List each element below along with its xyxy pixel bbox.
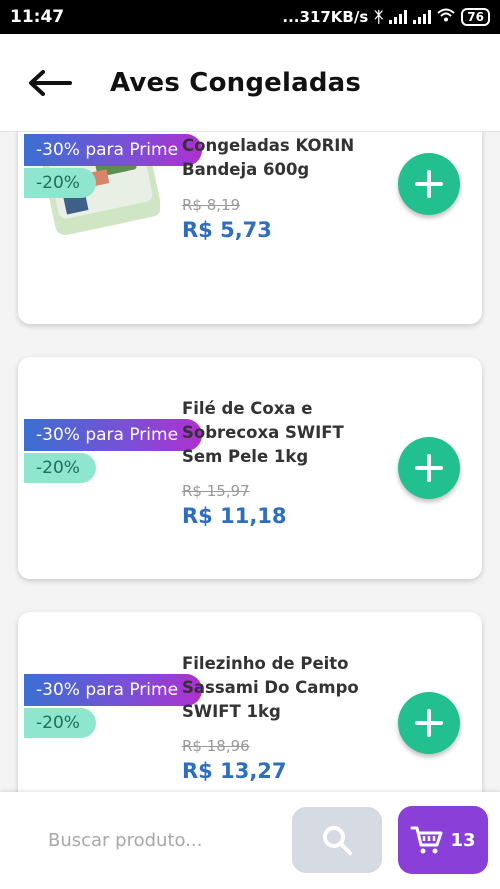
plus-icon bbox=[415, 454, 443, 482]
discount-badge: -20% bbox=[24, 453, 96, 483]
product-card[interactable]: -30% para Prime -20% Filezinho de Peito … bbox=[18, 612, 482, 792]
prime-promo-badge: -30% para Prime bbox=[24, 674, 202, 706]
arrow-left-icon bbox=[29, 69, 72, 96]
add-to-cart-button[interactable] bbox=[398, 437, 460, 499]
product-card[interactable]: -30% para Prime -20% Filé de Coxa e Sobr… bbox=[18, 357, 482, 579]
product-name: Filezinho de Peito Sassami Do Campo SWIF… bbox=[182, 654, 359, 721]
product-name: Filé de Coxa e Sobrecoxa SWIFT Sem Pele … bbox=[182, 399, 344, 466]
signal-icon-2 bbox=[413, 10, 432, 24]
add-to-cart-button[interactable] bbox=[398, 153, 460, 215]
status-icons: ...317KB/s ᛡ 76 bbox=[282, 8, 490, 26]
search-button[interactable] bbox=[292, 807, 382, 873]
network-speed: ...317KB/s bbox=[282, 8, 369, 26]
status-time: 11:47 bbox=[10, 7, 65, 27]
cart-count: 13 bbox=[450, 829, 476, 851]
product-name: Coxas de Frango Congeladas KORIN Bandeja… bbox=[182, 136, 355, 179]
current-price: R$ 11,18 bbox=[182, 504, 287, 528]
prime-promo-badge: -30% para Prime bbox=[24, 134, 202, 166]
plus-icon bbox=[415, 709, 443, 737]
cart-button[interactable]: 13 bbox=[398, 806, 488, 874]
current-price: R$ 5,73 bbox=[182, 218, 272, 242]
back-button[interactable] bbox=[28, 63, 88, 103]
old-price: R$ 18,96 bbox=[182, 737, 250, 755]
product-card[interactable]: -30% para Prime -20% Coxas de Frango Con… bbox=[18, 132, 482, 324]
cart-icon bbox=[410, 826, 443, 854]
plus-icon bbox=[415, 170, 443, 198]
wifi-icon bbox=[437, 8, 455, 26]
bluetooth-icon: ᛡ bbox=[374, 8, 384, 26]
bottom-bar: 13 bbox=[0, 792, 500, 889]
discount-badge: -20% bbox=[24, 168, 96, 198]
product-list[interactable]: -30% para Prime -20% Coxas de Frango Con… bbox=[0, 132, 500, 792]
old-price: R$ 15,97 bbox=[182, 482, 250, 500]
status-bar: 11:47 ...317KB/s ᛡ 76 bbox=[0, 0, 500, 34]
current-price: R$ 13,27 bbox=[182, 759, 287, 783]
app-bar: Aves Congeladas bbox=[0, 34, 500, 132]
signal-icon bbox=[389, 10, 408, 24]
battery-indicator: 76 bbox=[461, 8, 490, 26]
old-price: R$ 8,19 bbox=[182, 196, 241, 214]
prime-promo-badge: -30% para Prime bbox=[24, 419, 202, 451]
search-icon bbox=[323, 826, 352, 855]
page-title: Aves Congeladas bbox=[110, 67, 362, 98]
discount-badge: -20% bbox=[24, 708, 96, 738]
add-to-cart-button[interactable] bbox=[398, 692, 460, 754]
search-input[interactable] bbox=[22, 810, 282, 870]
